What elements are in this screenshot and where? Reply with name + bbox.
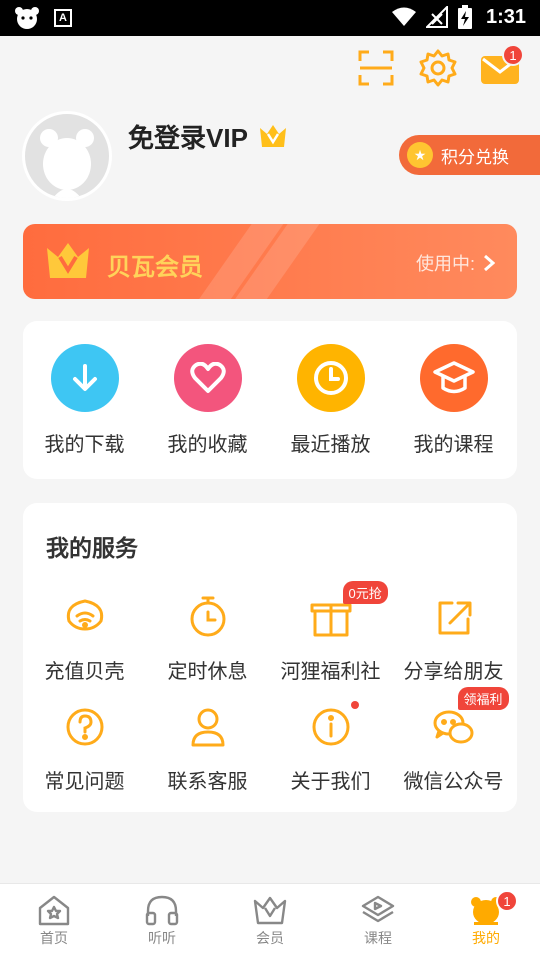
quick-action-label: 我的下载 <box>44 434 125 456</box>
vip-status: 使用中: <box>416 250 495 276</box>
vip-status-text: 使用中: <box>415 254 475 274</box>
tab-listen[interactable]: 听听 <box>108 884 216 960</box>
battery-charging-icon <box>457 5 472 29</box>
tab-label: 听听 <box>148 930 176 946</box>
mail-icon[interactable]: 1 <box>480 44 524 88</box>
vip-title: 贝瓦会员 <box>107 254 203 281</box>
promo-tag: 0元抢 <box>342 581 388 604</box>
username-text: 免登录VIP <box>128 123 248 153</box>
service-label: 常见问题 <box>44 771 125 793</box>
wechat-account-button[interactable]: 领福利 微信公众号 <box>392 687 515 794</box>
download-icon <box>50 344 119 412</box>
tab-badge: 1 <box>496 890 518 912</box>
quick-actions-card: 我的下载 我的收藏 最近播放 我的课程 <box>23 321 517 479</box>
clock-time: 1:31 <box>485 5 526 28</box>
bottom-navigation: 首页 听听 会员 课程 我的 1 <box>0 883 540 960</box>
services-card: 我的服务 充值贝壳 定时休息 0元抢 河狸福利社 分享给朋友 常见问题 联系客服… <box>23 503 517 812</box>
app-mascot-icon <box>15 7 39 29</box>
share-icon <box>430 593 478 641</box>
status-bar: A 1:31 <box>0 0 540 36</box>
vip-crown-icon <box>47 243 89 278</box>
timer-icon <box>184 593 232 641</box>
tab-label: 会员 <box>256 930 284 946</box>
my-downloads-button[interactable]: 我的下载 <box>23 344 146 457</box>
services-title: 我的服务 <box>46 535 138 561</box>
tab-courses[interactable]: 课程 <box>324 884 432 960</box>
recharge-shells-button[interactable]: 充值贝壳 <box>23 593 146 684</box>
tab-mine[interactable]: 我的 1 <box>432 884 540 960</box>
chevron-right-icon <box>484 254 495 272</box>
service-label: 定时休息 <box>167 661 248 683</box>
beaver-welfare-button[interactable]: 0元抢 河狸福利社 <box>269 581 392 684</box>
tab-label: 我的 <box>472 930 500 946</box>
new-dot <box>350 701 359 709</box>
quick-action-label: 我的收藏 <box>167 434 248 456</box>
question-icon <box>61 703 109 751</box>
share-friends-button[interactable]: 分享给朋友 <box>392 593 515 684</box>
quick-action-label: 我的课程 <box>413 434 494 456</box>
signal-icon <box>425 6 448 28</box>
service-label: 分享给朋友 <box>403 661 504 683</box>
my-favorites-button[interactable]: 我的收藏 <box>146 344 269 457</box>
headphones-icon <box>145 895 179 926</box>
username: 免登录VIP <box>128 118 288 155</box>
customer-service-icon <box>184 703 232 751</box>
settings-gear-icon[interactable] <box>418 48 458 88</box>
mail-badge: 1 <box>502 44 524 66</box>
points-exchange-button[interactable]: ★ 积分兑换 <box>399 135 540 175</box>
service-label: 河狸福利社 <box>280 661 381 683</box>
wifi-icon <box>391 7 416 26</box>
gift-icon: 0元抢 <box>307 581 388 641</box>
service-label: 充值贝壳 <box>44 661 125 683</box>
shell-icon <box>61 593 109 641</box>
notification-a-icon: A <box>54 9 72 27</box>
wechat-icon: 领福利 <box>430 687 509 751</box>
default-avatar-mascot-icon <box>40 129 94 198</box>
vip-crown-badge-icon <box>259 124 286 147</box>
info-icon <box>307 701 359 751</box>
faq-button[interactable]: 常见问题 <box>23 703 146 794</box>
tab-label: 课程 <box>364 930 392 946</box>
service-label: 联系客服 <box>167 771 248 793</box>
recent-plays-button[interactable]: 最近播放 <box>269 344 392 457</box>
course-icon <box>361 895 395 923</box>
customer-service-button[interactable]: 联系客服 <box>146 703 269 794</box>
promo-tag: 领福利 <box>457 687 509 710</box>
tab-membership[interactable]: 会员 <box>216 884 324 960</box>
about-us-button[interactable]: 关于我们 <box>269 701 392 794</box>
scan-icon[interactable] <box>356 48 396 88</box>
tab-label: 首页 <box>40 930 68 946</box>
service-label: 关于我们 <box>290 771 371 793</box>
clock-icon <box>296 344 365 412</box>
points-exchange-label: 积分兑换 <box>441 147 509 167</box>
service-label: 微信公众号 <box>403 771 504 793</box>
heart-icon <box>173 344 242 412</box>
quick-action-label: 最近播放 <box>290 434 371 456</box>
crown-icon <box>253 896 287 925</box>
tab-home[interactable]: 首页 <box>0 884 108 960</box>
home-icon <box>38 895 70 926</box>
star-coin-icon: ★ <box>407 142 433 168</box>
graduation-cap-icon <box>419 344 488 412</box>
avatar[interactable] <box>22 111 112 201</box>
timed-rest-button[interactable]: 定时休息 <box>146 593 269 684</box>
my-courses-button[interactable]: 我的课程 <box>392 344 515 457</box>
vip-membership-banner[interactable]: 贝瓦会员 使用中: <box>23 224 517 299</box>
